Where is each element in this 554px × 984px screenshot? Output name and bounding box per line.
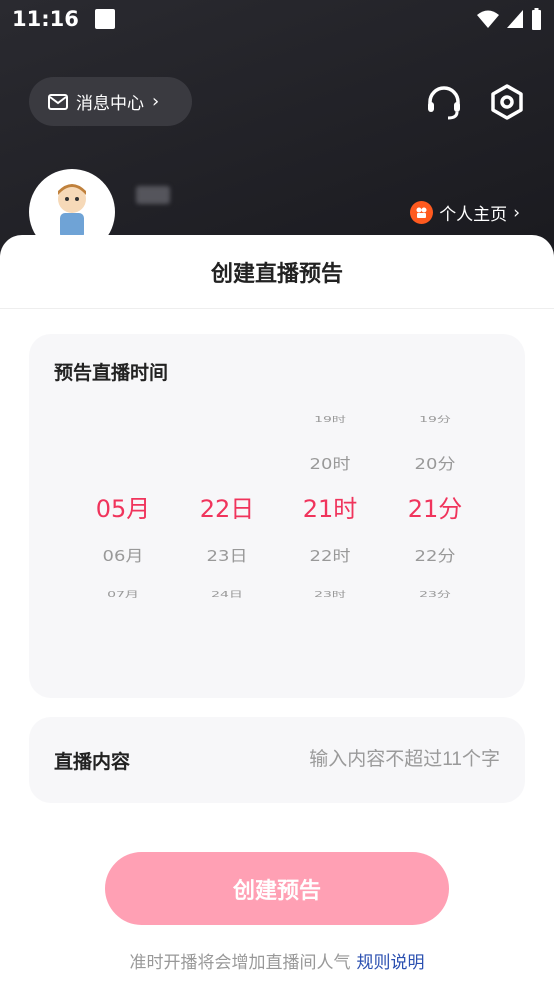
homepage-icon — [410, 201, 434, 224]
wifi-icon — [477, 10, 499, 28]
personal-home-label: 个人主页 — [439, 205, 508, 225]
message-center-label: 消息中心 — [76, 94, 144, 114]
chevron-right-icon: › — [513, 202, 520, 223]
sheet-title: 创建直播预告 — [0, 235, 554, 309]
create-preview-button[interactable]: 创建预告 — [105, 852, 449, 925]
picker-cell[interactable]: 23时 — [290, 589, 370, 600]
picker-cell[interactable]: 23日 — [187, 544, 267, 566]
content-input[interactable] — [260, 749, 500, 771]
picker-cell[interactable]: 21时 — [290, 489, 370, 524]
mail-icon — [48, 93, 68, 110]
picker-cell[interactable]: 22分 — [395, 544, 475, 566]
status-time: 11:16 — [12, 7, 79, 31]
picker-cell[interactable]: 20分 — [395, 452, 475, 474]
picker-cell[interactable]: 24日 — [187, 589, 267, 600]
rules-link[interactable]: 规则说明 — [357, 953, 425, 973]
time-card: 预告直播时间 05月 06月 07月 22日 23日 24日 19时 20时 21时 22时 23时… — [29, 334, 525, 760]
note-text: 准时开播将会增加直播间人气 — [129, 953, 351, 973]
picker-cell[interactable]: 22日 — [187, 489, 267, 524]
app-screen: 11:16 消息中心 › 个人主页 › 创建直播预告 预告直播时间 05月 06月… — [0, 0, 554, 984]
picker-cell[interactable]: 20时 — [290, 452, 370, 474]
time-card-title: 预告直播时间 — [54, 362, 169, 384]
status-bar: 11:16 — [0, 0, 554, 38]
content-label: 直播内容 — [54, 750, 131, 773]
picker-cell[interactable]: 07月 — [83, 589, 163, 600]
settings-icon[interactable] — [487, 82, 527, 122]
chevron-right-icon: › — [152, 91, 160, 112]
content-card: 直播内容 — [29, 717, 525, 803]
picker-cell[interactable]: 22时 — [290, 544, 370, 566]
picker-cell[interactable]: 06月 — [83, 544, 163, 566]
battery-icon — [532, 8, 541, 30]
picker-cell[interactable]: 21分 — [395, 489, 475, 524]
picker-cell[interactable]: 05月 — [83, 489, 163, 524]
customer-service-icon[interactable] — [424, 82, 464, 122]
message-center-button[interactable]: 消息中心 › — [29, 77, 192, 126]
footer-note: 准时开播将会增加直播间人气 规则说明 — [0, 948, 554, 973]
create-preview-sheet: 创建直播预告 预告直播时间 05月 06月 07月 22日 23日 24日 19时 20时 21… — [0, 235, 554, 984]
personal-home-link[interactable]: 个人主页 › — [410, 200, 520, 225]
picker-cell[interactable]: 19时 — [290, 414, 370, 425]
username-blurred — [136, 186, 170, 204]
notification-icon — [94, 9, 115, 29]
picker-cell[interactable]: 19分 — [395, 414, 475, 425]
picker-cell[interactable]: 23分 — [395, 589, 475, 600]
signal-icon — [507, 10, 523, 28]
